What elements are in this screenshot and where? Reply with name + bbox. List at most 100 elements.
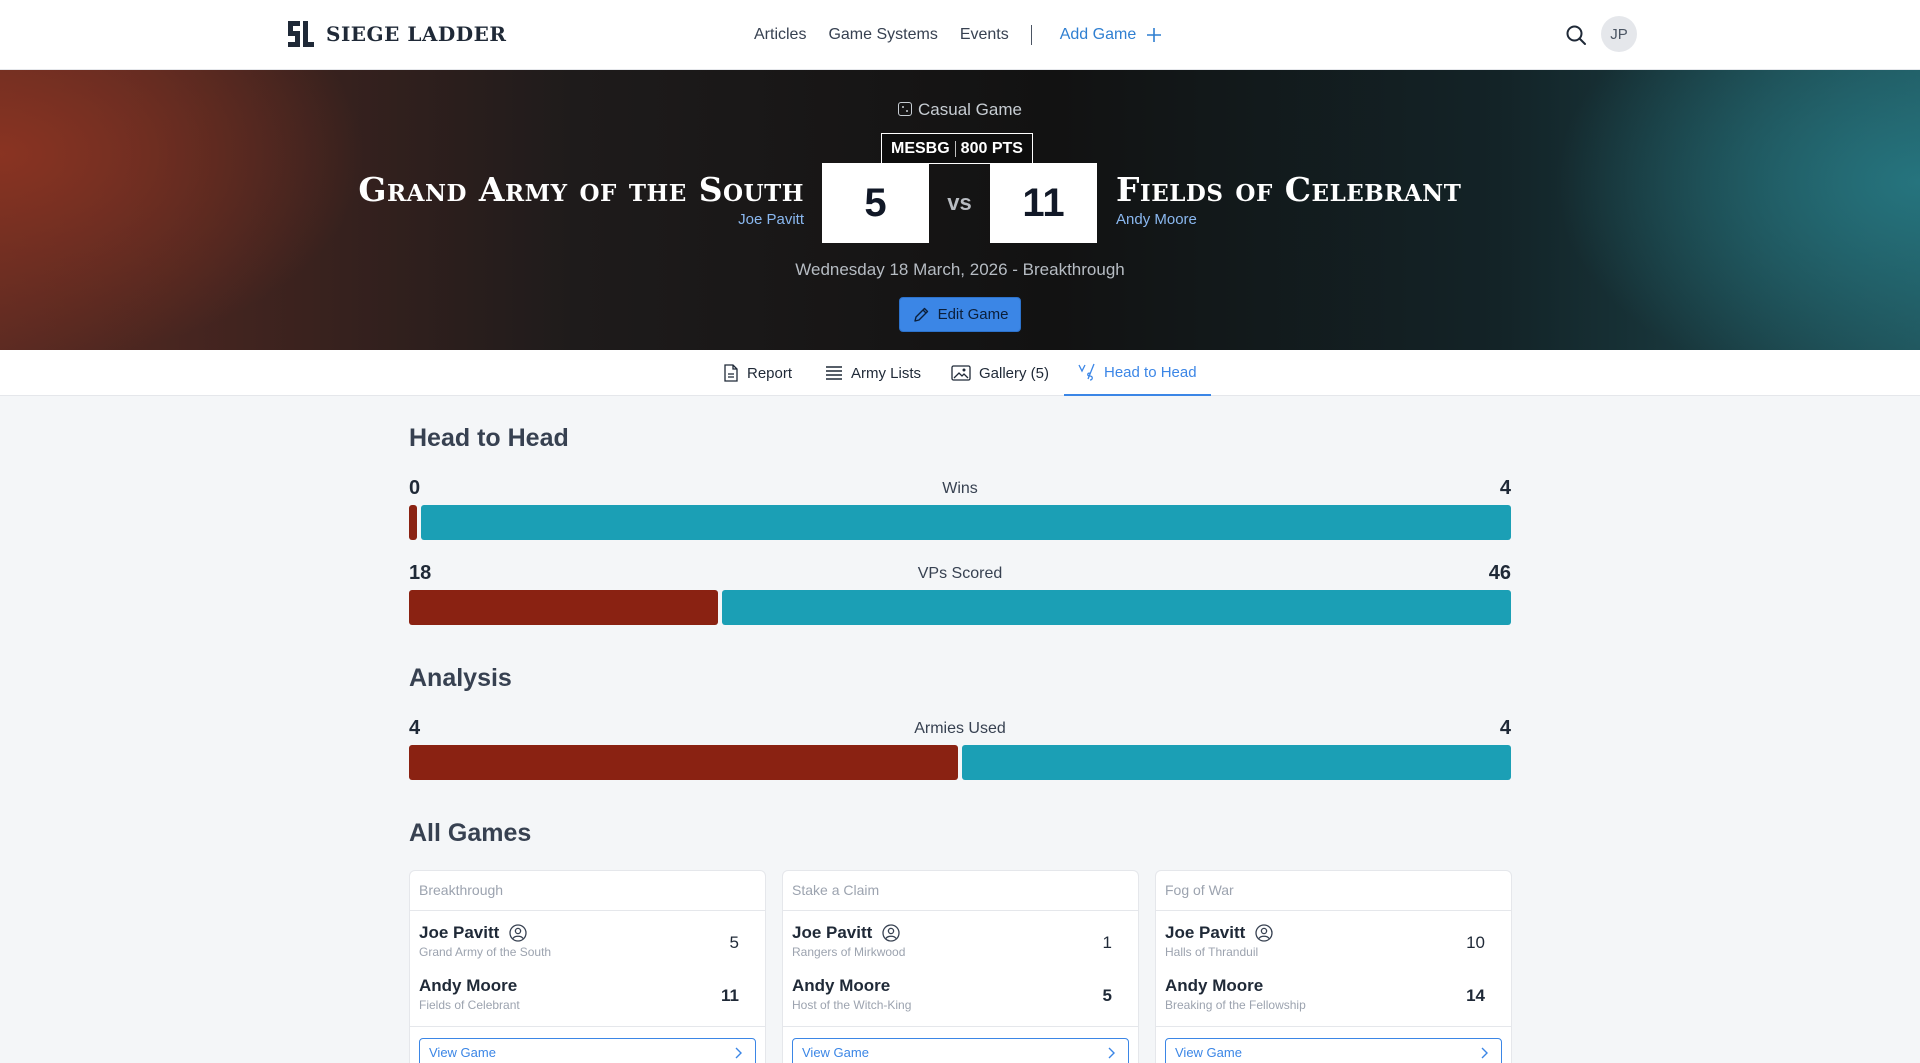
- plus-icon: [1147, 28, 1162, 42]
- card-army-name: Host of the Witch-King: [792, 998, 912, 1012]
- view-game-label: View Game: [1175, 1045, 1242, 1060]
- user-circle-icon: [882, 924, 900, 942]
- card-player-row: Andy Moore Breaking of the Fellowship 14: [1156, 964, 1511, 1017]
- add-game-link[interactable]: Add Game: [1060, 26, 1162, 44]
- right-team-bar: [721, 590, 1511, 625]
- card-score: 10: [1466, 933, 1485, 952]
- tab-report[interactable]: Report: [723, 350, 792, 396]
- stat-armies-used: 4 Armies Used 4: [409, 717, 1511, 780]
- edit-game-button[interactable]: Edit Game: [899, 297, 1021, 332]
- card-player-row: Andy Moore Host of the Witch-King 5: [783, 964, 1138, 1017]
- tab-army-lists-label: Army Lists: [851, 364, 922, 382]
- versus-icon: [1078, 363, 1095, 381]
- left-army-name: Grand Army of the South: [358, 170, 804, 209]
- chevron-right-icon: [1108, 1047, 1115, 1059]
- card-score: 5: [729, 933, 739, 952]
- card-player-name: Joe Pavitt: [419, 923, 500, 942]
- right-team-bar: [962, 745, 1511, 780]
- card-player-name: Andy Moore: [792, 976, 891, 995]
- user-circle-icon: [509, 924, 527, 942]
- search-icon[interactable]: [1564, 23, 1588, 47]
- main-menu: Articles Game Systems Events Add Game: [754, 0, 1184, 70]
- left-team-bar: [409, 745, 958, 780]
- card-army-name: Fields of Celebrant: [419, 998, 520, 1012]
- card-score: 14: [1466, 986, 1485, 1005]
- siege-ladder-logo-icon: [288, 21, 314, 47]
- chevron-right-icon: [735, 1047, 742, 1059]
- card-player-name: Andy Moore: [419, 976, 518, 995]
- card-divider: [1156, 1026, 1511, 1027]
- view-game-button[interactable]: View Game: [1165, 1038, 1502, 1063]
- stat-bar: [409, 745, 1511, 780]
- game-type: Casual Game: [0, 100, 1920, 120]
- card-mission: Stake a Claim: [783, 871, 1138, 911]
- top-nav: SIEGE LADDER Articles Game Systems Event…: [0, 0, 1920, 70]
- card-player-row: Joe Pavitt Halls of Thranduil 10: [1156, 911, 1511, 964]
- stat-label: Wins: [942, 480, 978, 497]
- user-avatar[interactable]: JP: [1601, 16, 1637, 52]
- view-game-button[interactable]: View Game: [419, 1038, 756, 1063]
- all-games-title: All Games: [409, 819, 532, 847]
- right-team-bar: [421, 505, 1511, 540]
- document-icon: [724, 364, 738, 382]
- system-label: MESBG: [891, 139, 950, 157]
- nav-events[interactable]: Events: [960, 26, 1009, 44]
- badge-divider: [954, 140, 956, 157]
- card-divider: [783, 1026, 1138, 1027]
- game-date-mission: Wednesday 18 March, 2026 - Breakthrough: [795, 260, 1125, 279]
- tab-head-to-head-label: Head to Head: [1104, 363, 1197, 381]
- head-to-head-title: Head to Head: [409, 424, 569, 452]
- card-score: 1: [1102, 933, 1112, 952]
- view-game-label: View Game: [802, 1045, 869, 1060]
- stat-vps-scored: 18 VPs Scored 46: [409, 562, 1511, 625]
- nav-separator: [1030, 25, 1032, 45]
- game-type-label: Casual Game: [918, 100, 1022, 119]
- card-army-name: Halls of Thranduil: [1165, 945, 1259, 959]
- stat-label: VPs Scored: [917, 565, 1003, 582]
- game-card: Fog of War Joe Pavitt Halls of Thranduil…: [1155, 870, 1512, 1063]
- user-circle-icon: [1255, 924, 1273, 942]
- add-game-label: Add Game: [1059, 26, 1137, 43]
- dice-icon: [898, 102, 913, 116]
- tab-gallery[interactable]: Gallery (5): [951, 350, 1049, 396]
- card-army-name: Breaking of the Fellowship: [1165, 998, 1306, 1012]
- right-score: 11: [990, 163, 1097, 243]
- tab-head-to-head[interactable]: Head to Head: [1064, 350, 1211, 396]
- nav-game-systems[interactable]: Game Systems: [828, 26, 937, 44]
- stat-right-value: 4: [1499, 717, 1511, 739]
- brand-logo[interactable]: SIEGE LADDER: [284, 18, 506, 50]
- game-hero: Casual Game Grand Army of the South Joe …: [0, 70, 1920, 350]
- system-points-badge: MESBG 800 PTS: [881, 133, 1033, 164]
- tab-army-lists[interactable]: Army Lists: [825, 350, 921, 396]
- nav-articles[interactable]: Articles: [754, 26, 806, 44]
- left-team-bar: [409, 505, 417, 540]
- card-score: 11: [721, 986, 739, 1005]
- left-team-bar: [409, 590, 718, 625]
- card-player-name: Joe Pavitt: [1165, 923, 1246, 942]
- tab-gallery-label: Gallery (5): [979, 364, 1050, 382]
- right-army-name: Fields of Celebrant: [1116, 170, 1462, 209]
- stat-right-value: 4: [1499, 477, 1511, 499]
- view-game-button[interactable]: View Game: [792, 1038, 1129, 1063]
- left-score: 5: [822, 163, 929, 243]
- stat-bar: [409, 590, 1511, 625]
- list-icon: [826, 366, 842, 380]
- stat-label: Armies Used: [914, 720, 1006, 737]
- brand-name: SIEGE LADDER: [326, 22, 507, 46]
- right-player-link[interactable]: Andy Moore: [1116, 211, 1461, 228]
- card-mission: Fog of War: [1156, 871, 1511, 911]
- left-player-link[interactable]: Joe Pavitt: [358, 211, 804, 228]
- chevron-right-icon: [1481, 1047, 1488, 1059]
- card-player-row: Joe Pavitt Grand Army of the South 5: [410, 911, 765, 964]
- card-divider: [410, 1026, 765, 1027]
- pencil-icon: [913, 307, 928, 322]
- edit-game-label: Edit Game: [937, 306, 1009, 323]
- tab-report-label: Report: [747, 364, 793, 382]
- right-team: Fields of Celebrant Andy Moore: [1116, 170, 1461, 228]
- versus-label: vs: [947, 190, 972, 215]
- card-army-name: Rangers of Mirkwood: [792, 945, 906, 959]
- card-player-name: Andy Moore: [1165, 976, 1264, 995]
- stat-wins: 0 Wins 4: [409, 477, 1511, 540]
- stat-bar: [409, 505, 1511, 540]
- game-tabs: Report Army Lists Gallery (5) Head to He…: [0, 350, 1920, 396]
